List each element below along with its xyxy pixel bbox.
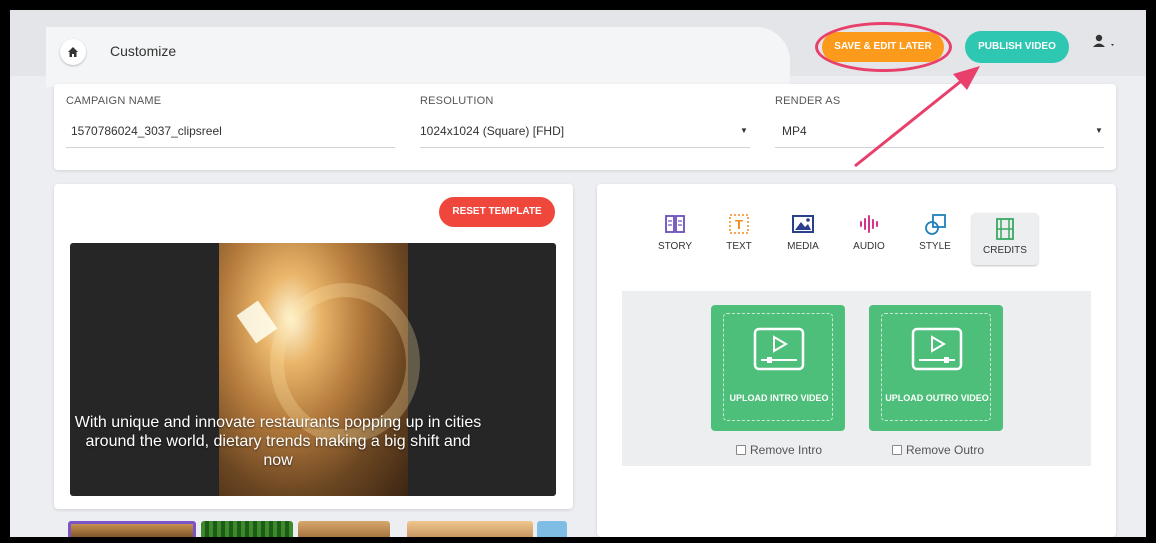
user-menu[interactable] [1092, 34, 1122, 53]
render-as-label: RENDER AS [775, 95, 841, 107]
screenshot-frame: Customize SAVE & EDIT LATER PUBLISH VIDE… [0, 0, 1156, 543]
home-icon[interactable] [60, 39, 86, 65]
tab-style[interactable]: STYLE [908, 209, 962, 259]
upload-intro-label: UPLOAD INTRO VIDEO [729, 393, 829, 403]
resolution-dropdown-icon[interactable]: ▼ [740, 126, 748, 135]
tab-style-label: STYLE [919, 241, 951, 252]
resolution-label: RESOLUTION [420, 95, 494, 107]
audio-wave-icon [860, 215, 878, 233]
reset-template-button[interactable]: RESET TEMPLATE [439, 197, 555, 227]
app-window: Customize SAVE & EDIT LATER PUBLISH VIDE… [10, 10, 1146, 537]
scene-thumbnail[interactable] [68, 521, 196, 537]
tab-story-label: STORY [657, 241, 693, 252]
credits-area [622, 291, 1091, 466]
film-icon [996, 218, 1014, 240]
annotation-arrow [854, 66, 980, 168]
remove-intro-option[interactable]: Remove Intro [736, 443, 822, 457]
tab-audio[interactable]: AUDIO [842, 209, 896, 259]
scene-thumbnail[interactable] [407, 521, 533, 537]
svg-text:T: T [735, 217, 743, 232]
video-upload-icon [753, 327, 805, 371]
book-icon [665, 215, 685, 233]
remove-outro-checkbox[interactable] [892, 445, 902, 455]
upload-intro-dropzone[interactable]: UPLOAD INTRO VIDEO [723, 313, 833, 421]
remove-intro-checkbox[interactable] [736, 445, 746, 455]
video-upload-icon [911, 327, 963, 371]
remove-outro-option[interactable]: Remove Outro [892, 443, 984, 457]
tab-media[interactable]: MEDIA [776, 209, 830, 259]
scene-thumbnail[interactable] [298, 521, 390, 537]
text-icon: T [729, 214, 749, 234]
upload-intro-button[interactable]: UPLOAD INTRO VIDEO [711, 305, 845, 431]
render-as-select[interactable]: MP4 [782, 124, 807, 138]
render-as-dropdown-icon[interactable]: ▼ [1095, 126, 1103, 135]
tab-text-label: TEXT [726, 241, 752, 252]
upload-outro-label: UPLOAD OUTRO VIDEO [885, 393, 989, 403]
user-icon [1093, 34, 1105, 47]
shapes-icon [925, 214, 946, 235]
scene-thumbnail[interactable] [201, 521, 293, 537]
chevron-down-icon [1111, 44, 1114, 46]
upload-outro-dropzone[interactable]: UPLOAD OUTRO VIDEO [881, 313, 991, 421]
resolution-underline [420, 147, 750, 148]
remove-intro-label: Remove Intro [750, 443, 823, 457]
campaign-name-input[interactable]: 1570786024_3037_clipsreel [71, 124, 222, 138]
upload-outro-button[interactable]: UPLOAD OUTRO VIDEO [869, 305, 1003, 431]
tab-media-label: MEDIA [787, 241, 819, 252]
preview-caption[interactable]: With unique and innovate restaurants pop… [70, 413, 486, 470]
resolution-select[interactable]: 1024x1024 (Square) [FHD] [420, 124, 564, 138]
page-title: Customize [110, 43, 177, 59]
tab-text[interactable]: T TEXT [712, 209, 766, 259]
tab-audio-label: AUDIO [853, 241, 885, 252]
tab-story[interactable]: STORY [648, 209, 702, 259]
video-preview[interactable]: With unique and innovate restaurants pop… [70, 243, 556, 496]
tab-credits-label: CREDITS [983, 245, 1027, 256]
scene-thumbnail[interactable] [537, 521, 567, 537]
campaign-name-underline [66, 147, 395, 148]
image-icon [792, 215, 814, 233]
publish-video-button[interactable]: PUBLISH VIDEO [965, 31, 1069, 63]
campaign-name-label: CAMPAIGN NAME [66, 95, 162, 107]
tab-credits[interactable]: CREDITS [972, 213, 1038, 265]
remove-outro-label: Remove Outro [906, 443, 985, 457]
